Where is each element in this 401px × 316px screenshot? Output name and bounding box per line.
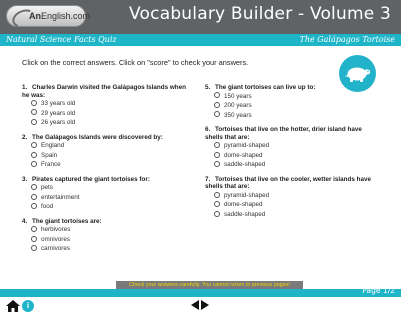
question-prompt: 2. The Galápagos Islands were discovered … <box>22 133 163 141</box>
answer-option[interactable]: pyramid-shaped <box>214 191 375 201</box>
bottom-bar: Page 1/2 <box>0 286 401 297</box>
question-7: 7. Tortoises that live on the cooler, wet… <box>205 176 375 220</box>
radio-button[interactable] <box>31 118 37 125</box>
answer-option[interactable]: 26 years old <box>31 118 192 128</box>
answer-option[interactable]: France <box>31 160 192 170</box>
answer-option[interactable]: Spain <box>31 151 192 161</box>
triangle-right-icon[interactable] <box>201 300 209 310</box>
answer-option[interactable]: 33 years old <box>31 99 192 109</box>
question-prompt: 6. Tortoises that live on the hotter, dri… <box>205 126 362 141</box>
question-4: 4. The giant tortoises are: herbivores om… <box>22 218 192 254</box>
radio-button[interactable] <box>214 201 220 208</box>
logo-prefix: An <box>29 11 41 21</box>
radio-button[interactable] <box>31 151 37 158</box>
answer-option[interactable]: dome-shaped <box>214 151 375 161</box>
answer-option[interactable]: England <box>31 141 192 151</box>
answer-option[interactable]: 350 years <box>214 111 375 121</box>
questions-left-column: 1. Charles Darwin visited the Galápagos I… <box>22 84 192 260</box>
answer-option[interactable]: herbivores <box>31 225 192 235</box>
info-glyph: i <box>26 301 30 310</box>
radio-button[interactable] <box>31 142 37 149</box>
question-prompt: 5. The giant tortoises can live up to: <box>205 84 316 91</box>
warning-banner: Check your answers carefully. You cannot… <box>116 281 303 289</box>
quiz-window: AnEnglish.com Vocabulary Builder - Volum… <box>0 0 401 316</box>
radio-button[interactable] <box>214 92 220 99</box>
subheader-bar: Natural Science Facts Quiz The Galápagos… <box>0 34 401 46</box>
home-icon[interactable] <box>6 300 20 312</box>
page-indicator: Page 1/2 <box>362 286 395 295</box>
info-icon[interactable]: i <box>22 300 34 312</box>
radio-button[interactable] <box>214 101 220 108</box>
answer-option[interactable]: omnivores <box>31 235 192 245</box>
question-6: 6. Tortoises that live on the hotter, dri… <box>205 126 375 170</box>
radio-button[interactable] <box>31 226 37 233</box>
site-logo[interactable]: AnEnglish.com <box>6 5 90 31</box>
warning-text: Check your answers carefully. You cannot… <box>129 282 290 288</box>
answer-option[interactable]: saddle-shaped <box>214 210 375 220</box>
radio-button[interactable] <box>214 142 220 149</box>
answer-option[interactable]: saddle-shaped <box>214 160 375 170</box>
answer-option[interactable]: 150 years <box>214 92 375 102</box>
question-prompt: 1. Charles Darwin visited the Galápagos I… <box>22 84 186 99</box>
logo-suffix: English.com <box>41 11 91 21</box>
radio-button[interactable] <box>31 245 37 252</box>
answer-option[interactable]: pyramid-shaped <box>214 141 375 151</box>
answer-option[interactable]: 200 years <box>214 101 375 111</box>
answer-option[interactable]: food <box>31 202 192 212</box>
answer-option[interactable]: dome-shaped <box>214 200 375 210</box>
radio-button[interactable] <box>31 161 37 168</box>
radio-button[interactable] <box>214 210 220 217</box>
question-3: 3. Pirates captured the giant tortoises f… <box>22 176 192 212</box>
question-prompt: 3. Pirates captured the giant tortoises f… <box>22 175 150 183</box>
radio-button[interactable] <box>31 193 37 200</box>
logo-text: AnEnglish.com <box>29 11 90 21</box>
answer-option[interactable]: 29 years old <box>31 109 192 119</box>
radio-button[interactable] <box>214 151 220 158</box>
questions-right-column: 5. The giant tortoises can live up to: 15… <box>205 84 375 225</box>
question-prompt: 7. Tortoises that live on the cooler, wet… <box>205 175 371 191</box>
radio-button[interactable] <box>31 109 37 116</box>
quiz-category: Natural Science Facts Quiz <box>6 35 117 44</box>
answer-option[interactable]: carnivores <box>31 244 192 254</box>
instructions-text: Click on the correct answers. Click on "… <box>22 58 249 67</box>
question-5: 5. The giant tortoises can live up to: 15… <box>205 84 375 120</box>
triangle-left-icon[interactable] <box>191 300 199 310</box>
radio-button[interactable] <box>31 99 37 106</box>
app-title: Vocabulary Builder - Volume 3 <box>129 4 391 24</box>
answer-option[interactable]: entertainment <box>31 193 192 203</box>
footer-nav: i <box>0 297 401 316</box>
answer-option[interactable]: pets <box>31 183 192 193</box>
radio-button[interactable] <box>214 111 220 118</box>
quiz-topic: The Galápagos Tortoise <box>299 35 395 44</box>
radio-button[interactable] <box>31 184 37 191</box>
radio-button[interactable] <box>31 203 37 210</box>
radio-button[interactable] <box>214 191 220 198</box>
radio-button[interactable] <box>214 161 220 168</box>
header-bar: AnEnglish.com Vocabulary Builder - Volum… <box>0 0 401 34</box>
question-prompt: 4. The giant tortoises are: <box>22 217 102 225</box>
question-2: 2. The Galápagos Islands were discovered … <box>22 134 192 170</box>
question-1: 1. Charles Darwin visited the Galápagos I… <box>22 84 192 128</box>
radio-button[interactable] <box>31 235 37 242</box>
